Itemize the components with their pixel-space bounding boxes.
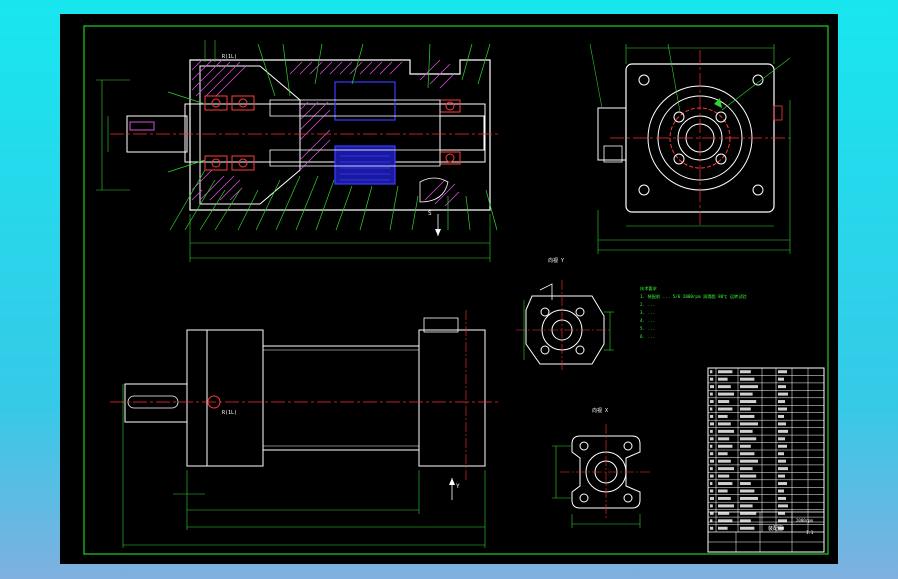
technical-note-line: 6. ... [640, 334, 655, 339]
section-s-label: S [428, 210, 432, 217]
section-y-label: Y [456, 483, 460, 490]
title-block-scale: 1:1 [806, 530, 814, 535]
technical-note-line: 4. ... [640, 318, 655, 323]
callout-top: R(1L) [222, 54, 237, 60]
view-x-label: 向视 X [592, 407, 608, 414]
technical-note-line: 2. ... [640, 302, 655, 307]
technical-note-line: 1. 装配前 ... 5/6 2000rpm 润滑脂 80℃ 运转试验 [640, 293, 747, 300]
technical-note-line: 3. ... [640, 310, 655, 315]
view-y-label: 向视 Y [548, 257, 564, 264]
technical-note-line: 5. ... [640, 326, 655, 331]
cad-drawing: 技术要求1. 装配前 ... 5/6 2000rpm 润滑脂 80℃ 运转试验 2… [60, 14, 838, 564]
technical-note-line: 技术要求 [640, 285, 658, 292]
drawing-sheet [60, 14, 838, 564]
title-block-title: 装配图 [768, 525, 783, 532]
title-block-code: 2000rpm [796, 518, 813, 523]
callout-bottom: R(1L) [222, 410, 237, 416]
